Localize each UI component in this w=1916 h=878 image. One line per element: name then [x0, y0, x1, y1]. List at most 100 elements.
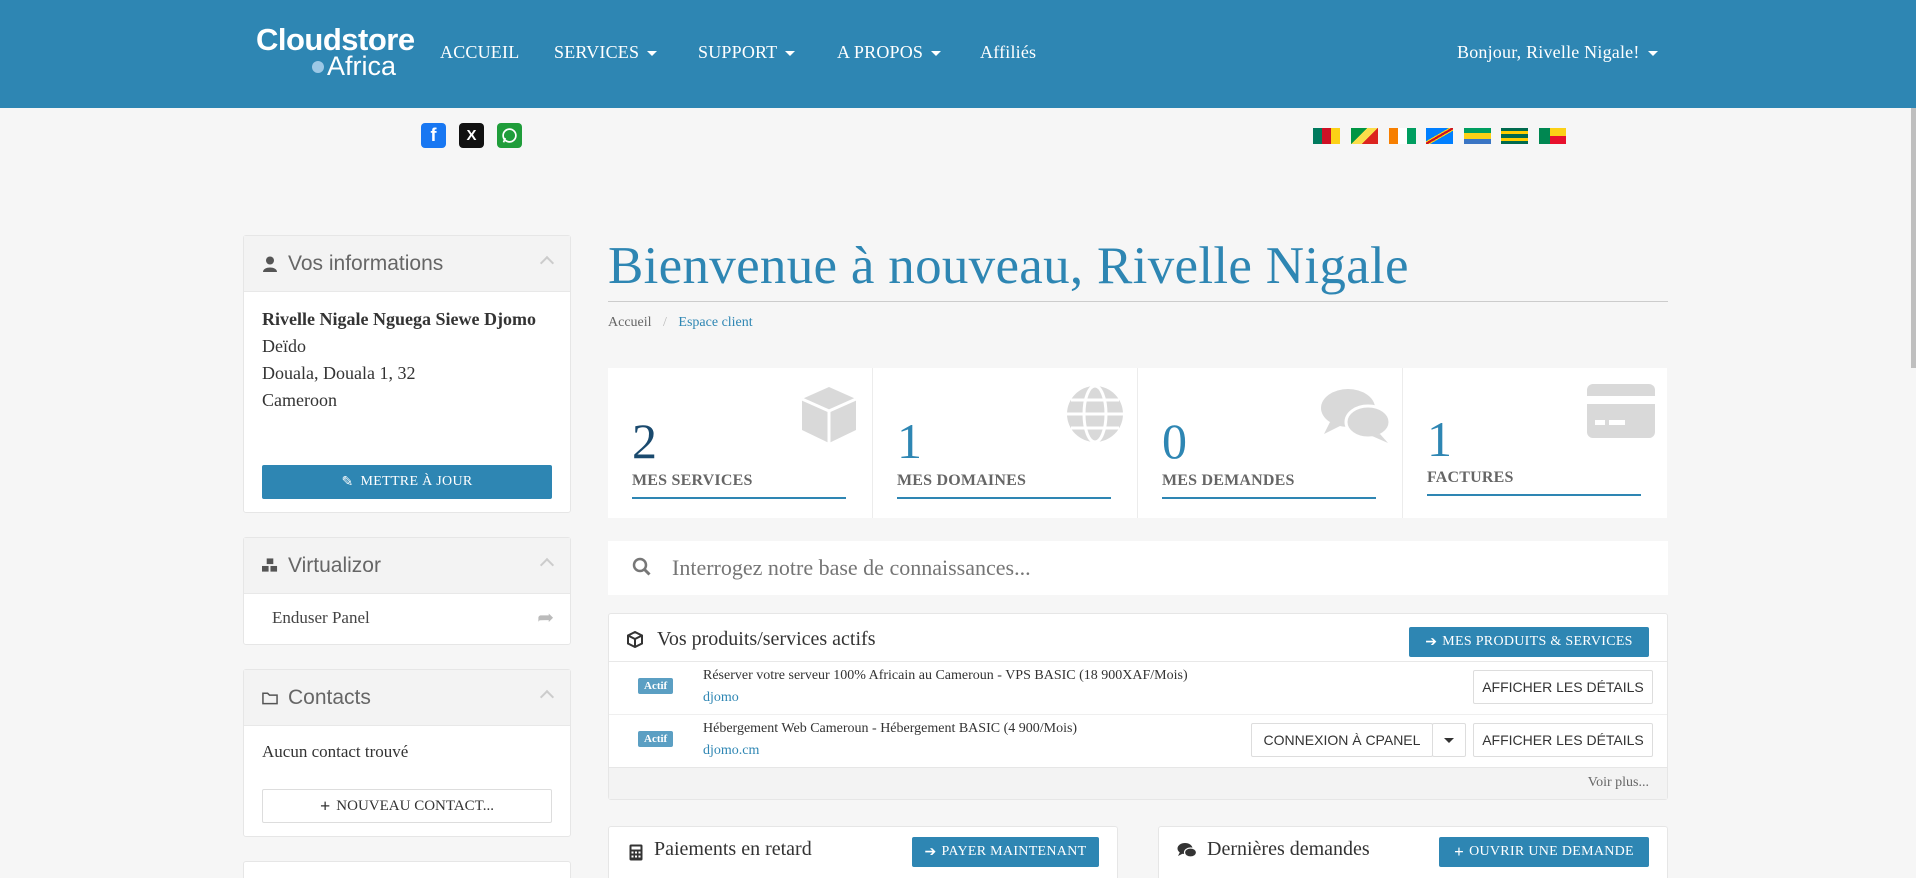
- stat-tickets-label: MES DEMANDES: [1162, 472, 1295, 489]
- new-contact-button[interactable]: + NOUVEAU CONTACT...: [262, 789, 552, 823]
- update-info-button[interactable]: ✎ METTRE À JOUR: [262, 465, 552, 499]
- pencil-icon: ✎: [341, 474, 354, 490]
- panel-overdue-payments: Paiements en retard ➔ PAYER MAINTENANT: [608, 826, 1118, 878]
- breadcrumb-current[interactable]: Espace client: [678, 315, 752, 330]
- flag-gabon[interactable]: [1464, 128, 1491, 144]
- panel-virtualizor: Virtualizor Enduser Panel ➦: [243, 537, 571, 645]
- stat-invoices[interactable]: 1 FACTURES: [1403, 368, 1667, 518]
- view-more-link[interactable]: Voir plus...: [1588, 775, 1649, 791]
- update-info-label: METTRE À JOUR: [360, 474, 473, 489]
- panel-info-title: Vos informations: [288, 251, 444, 275]
- comments-icon: [1320, 386, 1392, 449]
- stat-domains[interactable]: 1 MES DOMAINES: [873, 368, 1137, 518]
- panel-virtualizor-header[interactable]: Virtualizor: [244, 538, 570, 594]
- search-icon: [632, 557, 651, 581]
- nav-about[interactable]: A PROPOS: [837, 42, 942, 63]
- stat-services-value: 2: [632, 413, 657, 469]
- panel-contacts: Contacts Aucun contact trouvé + NOUVEAU C…: [243, 669, 571, 837]
- panel-products: Vos produits/services actifs ➔ MES PRODUI…: [608, 613, 1668, 800]
- cpanel-dropdown-toggle[interactable]: [1432, 723, 1466, 757]
- panel-info: Vos informations Rivelle Nigale Nguega S…: [243, 235, 571, 513]
- panel-latest-tickets: Dernières demandes + OUVRIR UNE DEMANDE: [1158, 826, 1668, 878]
- panel-next: [243, 861, 571, 878]
- chevron-up-icon[interactable]: [539, 255, 555, 271]
- breadcrumb-home[interactable]: Accueil: [608, 315, 652, 330]
- enduser-panel-label: Enduser Panel: [272, 608, 370, 627]
- my-products-button[interactable]: ➔ MES PRODUITS & SERVICES: [1409, 627, 1649, 657]
- show-details-button[interactable]: AFFICHER LES DÉTAILS: [1473, 723, 1653, 757]
- panel-info-header[interactable]: Vos informations: [244, 236, 570, 292]
- client-address-2: Douala, Douala 1, 32: [262, 363, 416, 383]
- page-title: Bienvenue à nouveau, Rivelle Nigale: [608, 237, 1409, 295]
- no-contacts-text: Aucun contact trouvé: [262, 742, 409, 761]
- flag-dr-congo[interactable]: [1426, 128, 1453, 144]
- stat-invoices-label: FACTURES: [1427, 469, 1514, 486]
- kb-search: [608, 541, 1668, 595]
- credit-card-icon: [1587, 384, 1655, 443]
- my-products-label: MES PRODUITS & SERVICES: [1442, 634, 1633, 649]
- chevron-up-icon[interactable]: [539, 689, 555, 705]
- stat-services-label: MES SERVICES: [632, 472, 753, 489]
- x-icon[interactable]: X: [459, 123, 484, 148]
- product-domain[interactable]: djomo.cm: [703, 743, 759, 759]
- nav-affiliates[interactable]: Affiliés: [980, 42, 1036, 63]
- flag-ivory-coast[interactable]: [1389, 128, 1416, 144]
- flag-congo[interactable]: [1351, 128, 1378, 144]
- whatsapp-icon[interactable]: [497, 123, 522, 148]
- pay-now-button[interactable]: ➔ PAYER MAINTENANT: [912, 837, 1099, 867]
- product-domain[interactable]: djomo: [703, 690, 739, 706]
- status-badge: Actif: [638, 678, 674, 694]
- chevron-down-icon: [647, 51, 658, 57]
- cpanel-login-button[interactable]: CONNEXION À CPANEL: [1251, 723, 1433, 757]
- flag-benin[interactable]: [1539, 128, 1566, 144]
- breadcrumb-separator: /: [663, 315, 667, 330]
- user-icon: [262, 256, 278, 272]
- panel-payments-title: Paiements en retard: [654, 838, 812, 860]
- panel-tickets-title: Dernières demandes: [1207, 838, 1370, 860]
- open-ticket-button[interactable]: + OUVRIR UNE DEMANDE: [1439, 837, 1649, 867]
- top-navbar: Cloudstore Africa ACCUEIL SERVICES SUPPO…: [0, 0, 1916, 108]
- client-name: Rivelle Nigale Nguega Siewe Djomo: [262, 309, 536, 329]
- flag-togo[interactable]: [1501, 128, 1528, 145]
- user-menu[interactable]: Bonjour, Rivelle Nigale!: [1457, 42, 1658, 63]
- enduser-panel-link[interactable]: Enduser Panel ➦: [244, 595, 570, 643]
- calculator-icon: [629, 844, 643, 866]
- stat-invoices-value: 1: [1427, 411, 1452, 467]
- nav-home[interactable]: ACCUEIL: [440, 42, 519, 63]
- chevron-up-icon[interactable]: [539, 557, 555, 573]
- panel-products-title: Vos produits/services actifs: [657, 628, 876, 650]
- panel-virtualizor-title: Virtualizor: [288, 553, 381, 577]
- flag-cameroon[interactable]: [1313, 128, 1340, 144]
- share-icon: ➦: [537, 607, 554, 629]
- kb-search-input[interactable]: [672, 549, 1652, 587]
- product-name: Hébergement Web Cameroun - Hébergement B…: [703, 721, 1078, 736]
- nav-support[interactable]: SUPPORT: [698, 42, 796, 63]
- new-contact-label: NOUVEAU CONTACT...: [336, 797, 494, 814]
- stat-underline: [897, 497, 1111, 499]
- chevron-down-icon: [1444, 737, 1454, 743]
- brand-line2: Africa: [327, 51, 397, 81]
- page-scrollbar[interactable]: [1911, 108, 1916, 368]
- stat-tickets[interactable]: 0 MES DEMANDES: [1138, 368, 1402, 518]
- nav-support-label: SUPPORT: [698, 42, 778, 62]
- panel-contacts-title: Contacts: [288, 685, 371, 709]
- stat-services[interactable]: 2 MES SERVICES: [608, 368, 872, 518]
- breadcrumb: Accueil / Espace client: [608, 315, 753, 331]
- nav-services[interactable]: SERVICES: [554, 42, 658, 63]
- nav-about-label: A PROPOS: [837, 42, 924, 62]
- stat-tickets-value: 0: [1162, 413, 1187, 469]
- panel-contacts-header[interactable]: Contacts: [244, 670, 570, 726]
- nav-services-label: SERVICES: [554, 42, 640, 62]
- cubes-icon: [262, 558, 278, 574]
- chevron-down-icon: [1647, 51, 1658, 57]
- folder-icon: [262, 690, 278, 706]
- panel-products-footer: Voir plus...: [609, 767, 1667, 799]
- facebook-icon[interactable]: f: [421, 123, 446, 148]
- chevron-down-icon: [785, 51, 796, 57]
- stat-underline: [1427, 494, 1641, 496]
- show-details-button[interactable]: AFFICHER LES DÉTAILS: [1473, 670, 1653, 704]
- brand-logo[interactable]: Cloudstore Africa: [256, 24, 415, 80]
- plus-icon: +: [320, 795, 331, 816]
- table-row: Actif Réserver votre serveur 100% Africa…: [609, 662, 1667, 714]
- arrow-right-icon: ➔: [1425, 634, 1438, 650]
